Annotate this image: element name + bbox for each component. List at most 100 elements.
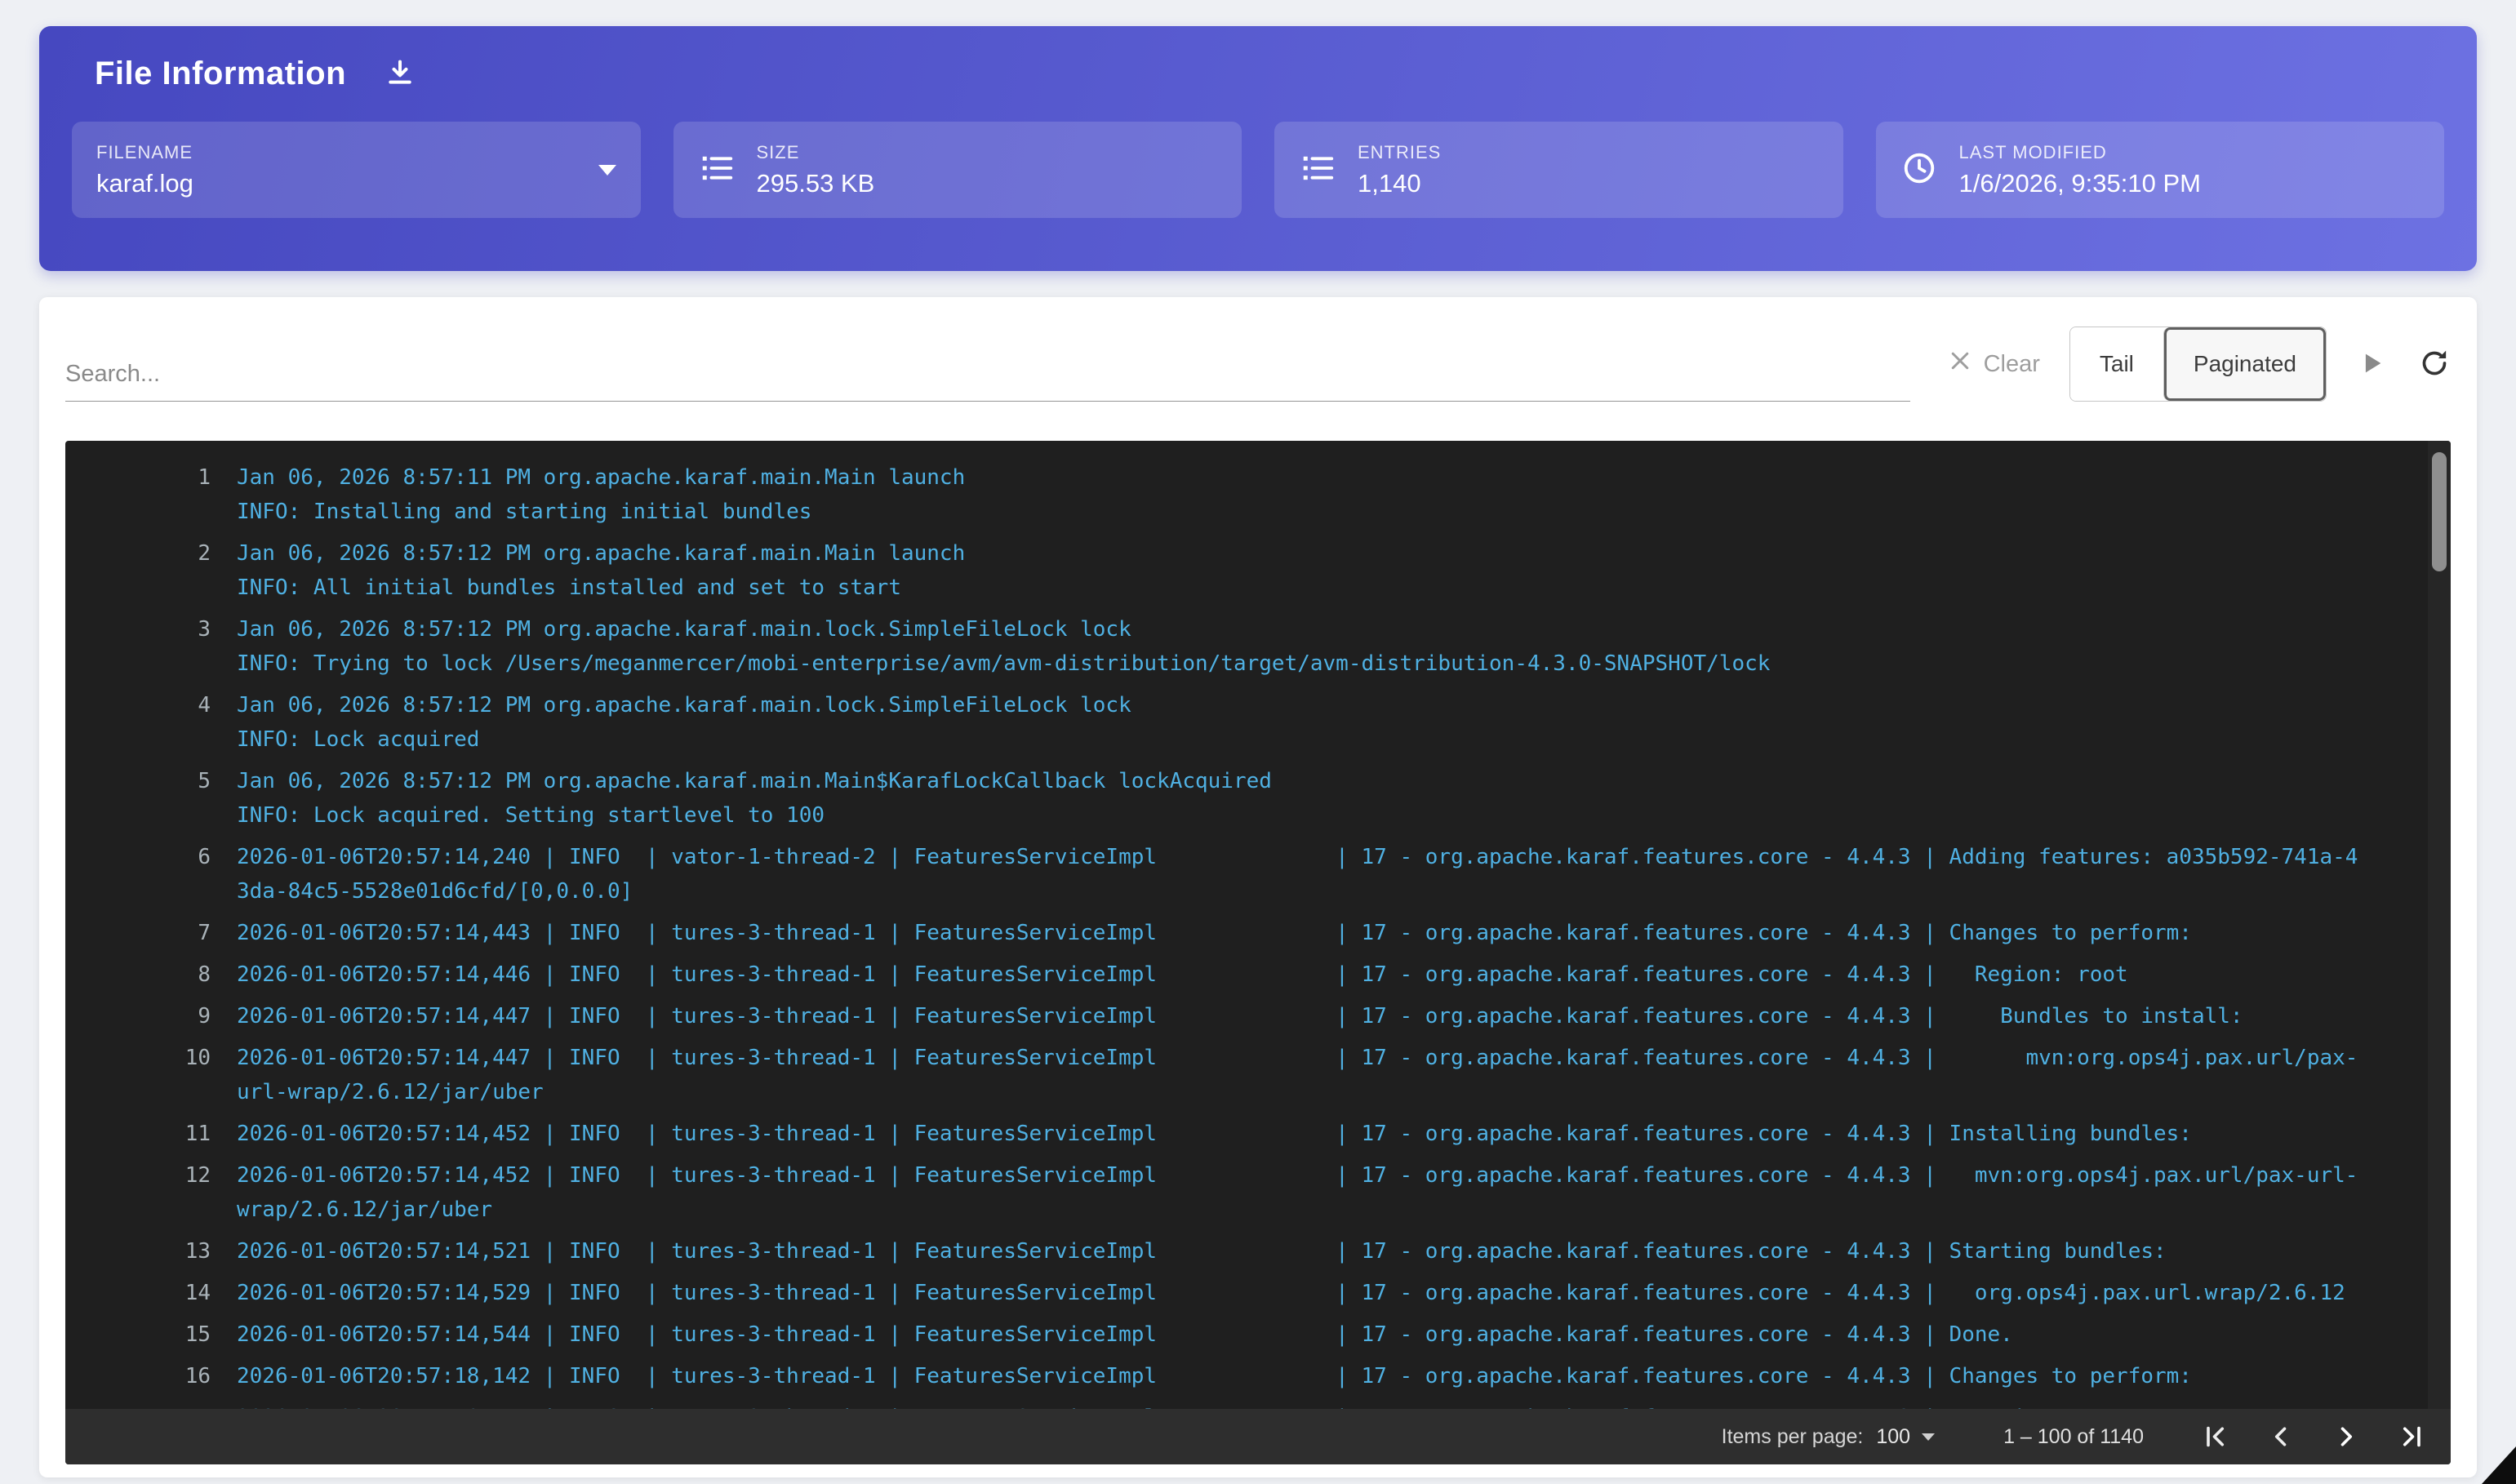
- line-number: 9: [65, 999, 211, 1033]
- line-number: 7: [65, 916, 211, 950]
- page-title: File Information: [95, 56, 346, 92]
- entries-value: 1,140: [1358, 169, 1441, 198]
- items-per-page-value: 100: [1876, 1425, 1910, 1449]
- log-entry: 12 2026-01-06T20:57:14,452 | INFO | ture…: [65, 1158, 2426, 1227]
- clear-label: Clear: [1984, 351, 2040, 378]
- line-text: Jan 06, 2026 8:57:12 PM org.apache.karaf…: [237, 688, 1131, 757]
- line-number: 10: [65, 1041, 211, 1109]
- log-entry: 13 2026-01-06T20:57:14,521 | INFO | ture…: [65, 1234, 2426, 1269]
- line-number: 4: [65, 688, 211, 757]
- next-page-icon: [2332, 1422, 2361, 1451]
- line-number: 12: [65, 1158, 211, 1227]
- log-entry: 4 Jan 06, 2026 8:57:12 PM org.apache.kar…: [65, 688, 2426, 757]
- line-text: 2026-01-06T20:57:14,452 | INFO | tures-3…: [237, 1117, 2192, 1151]
- play-button[interactable]: [2358, 349, 2385, 380]
- scrollbar-thumb[interactable]: [2432, 452, 2447, 571]
- close-icon: [1948, 349, 1972, 380]
- line-text: 2026-01-06T20:57:14,452 | INFO | tures-3…: [237, 1158, 2363, 1227]
- line-text: Jan 06, 2026 8:57:12 PM org.apache.karaf…: [237, 536, 965, 605]
- paginated-toggle[interactable]: Paginated: [2163, 327, 2326, 401]
- log-lines: 1 Jan 06, 2026 8:57:11 PM org.apache.kar…: [65, 441, 2426, 1409]
- log-entry: 14 2026-01-06T20:57:14,529 | INFO | ture…: [65, 1276, 2426, 1310]
- line-number: 6: [65, 840, 211, 909]
- line-text: 2026-01-06T20:57:14,521 | INFO | tures-3…: [237, 1234, 2167, 1269]
- paginator: Items per page: 100 1 – 100 of 1140: [65, 1409, 2451, 1464]
- line-text: Jan 06, 2026 8:57:11 PM org.apache.karaf…: [237, 460, 965, 529]
- last-modified-card: LAST MODIFIED 1/6/2026, 9:35:10 PM: [1876, 122, 2445, 218]
- line-number: 5: [65, 764, 211, 833]
- line-number: 8: [65, 957, 211, 992]
- search-input[interactable]: [65, 361, 1910, 388]
- line-number: 14: [65, 1276, 211, 1310]
- log-viewer-page: File Information FILENAME karaf.log: [0, 26, 2516, 1477]
- first-page-icon: [2201, 1422, 2230, 1451]
- line-text: 2026-01-06T20:57:14,447 | INFO | tures-3…: [237, 999, 2243, 1033]
- line-number: 1: [65, 460, 211, 529]
- line-text: 2026-01-06T20:57:14,544 | INFO | tures-3…: [237, 1317, 2013, 1352]
- items-per-page-label: Items per page:: [1722, 1425, 1864, 1449]
- clock-icon: [1900, 149, 1938, 191]
- log-entry: 2 Jan 06, 2026 8:57:12 PM org.apache.kar…: [65, 536, 2426, 605]
- log-entry: 9 2026-01-06T20:57:14,447 | INFO | tures…: [65, 999, 2426, 1033]
- previous-page-button[interactable]: [2266, 1422, 2296, 1451]
- log-entry: 6 2026-01-06T20:57:14,240 | INFO | vator…: [65, 840, 2426, 909]
- line-text: Jan 06, 2026 8:57:12 PM org.apache.karaf…: [237, 612, 1770, 681]
- chevron-down-icon: [1922, 1433, 1935, 1441]
- play-icon: [2358, 349, 2385, 380]
- line-text: 2026-01-06T20:57:14,529 | INFO | tures-3…: [237, 1276, 2345, 1310]
- line-number: 3: [65, 612, 211, 681]
- page-range-label: 1 – 100 of 1140: [2003, 1425, 2144, 1449]
- line-number: 11: [65, 1117, 211, 1151]
- log-entry: 7 2026-01-06T20:57:14,443 | INFO | tures…: [65, 916, 2426, 950]
- line-text: 2026-01-06T20:57:14,446 | INFO | tures-3…: [237, 957, 2128, 992]
- log-entry: 10 2026-01-06T20:57:14,447 | INFO | ture…: [65, 1041, 2426, 1109]
- log-viewer: 1 Jan 06, 2026 8:57:11 PM org.apache.kar…: [65, 441, 2451, 1464]
- search-field: [65, 361, 1910, 402]
- line-number: 15: [65, 1317, 211, 1352]
- filename-label: FILENAME: [96, 142, 193, 163]
- chevron-down-icon: [598, 165, 616, 176]
- line-text: 2026-01-06T20:57:18,142 | INFO | tures-3…: [237, 1359, 2192, 1393]
- items-per-page-select[interactable]: 100: [1876, 1425, 1935, 1449]
- log-entry: 15 2026-01-06T20:57:14,544 | INFO | ture…: [65, 1317, 2426, 1352]
- first-page-button[interactable]: [2201, 1422, 2230, 1451]
- log-entry: 16 2026-01-06T20:57:18,142 | INFO | ture…: [65, 1359, 2426, 1393]
- line-number: 13: [65, 1234, 211, 1269]
- list-icon: [1299, 149, 1336, 191]
- last-page-button[interactable]: [2397, 1422, 2426, 1451]
- download-button[interactable]: [384, 56, 416, 91]
- scrollbar[interactable]: [2428, 441, 2451, 1409]
- refresh-icon: [2418, 347, 2451, 382]
- log-entry: 17 2026-01-06T20:57:18,144 | INFO | ture…: [65, 1401, 2426, 1409]
- file-information-panel: File Information FILENAME karaf.log: [39, 26, 2477, 271]
- toolbar: Clear Tail Paginated: [65, 327, 2451, 402]
- size-label: SIZE: [757, 142, 875, 163]
- log-entry: 1 Jan 06, 2026 8:57:11 PM org.apache.kar…: [65, 460, 2426, 529]
- list-icon: [698, 149, 736, 191]
- line-number: 2: [65, 536, 211, 605]
- line-text: 2026-01-06T20:57:14,240 | INFO | vator-1…: [237, 840, 2363, 909]
- line-number: 16: [65, 1359, 211, 1393]
- view-mode-toggle: Tail Paginated: [2069, 327, 2327, 402]
- entries-label: ENTRIES: [1358, 142, 1441, 163]
- log-entry: 8 2026-01-06T20:57:14,446 | INFO | tures…: [65, 957, 2426, 992]
- entries-card: ENTRIES 1,140: [1274, 122, 1843, 218]
- line-number: 17: [65, 1401, 211, 1409]
- refresh-button[interactable]: [2418, 347, 2451, 382]
- last-page-icon: [2397, 1422, 2426, 1451]
- line-text: 2026-01-06T20:57:14,447 | INFO | tures-3…: [237, 1041, 2363, 1109]
- filename-value: karaf.log: [96, 169, 193, 198]
- next-page-button[interactable]: [2332, 1422, 2361, 1451]
- log-entry: 3 Jan 06, 2026 8:57:12 PM org.apache.kar…: [65, 612, 2426, 681]
- line-text: 2026-01-06T20:57:18,144 | INFO | tures-3…: [237, 1401, 2128, 1409]
- last-modified-value: 1/6/2026, 9:35:10 PM: [1959, 169, 2201, 198]
- log-entry: 11 2026-01-06T20:57:14,452 | INFO | ture…: [65, 1117, 2426, 1151]
- download-icon: [384, 56, 416, 91]
- clear-button[interactable]: Clear: [1948, 349, 2040, 380]
- tail-toggle[interactable]: Tail: [2070, 327, 2163, 401]
- last-modified-label: LAST MODIFIED: [1959, 142, 2201, 163]
- size-card: SIZE 295.53 KB: [673, 122, 1242, 218]
- line-text: Jan 06, 2026 8:57:12 PM org.apache.karaf…: [237, 764, 1272, 833]
- filename-select[interactable]: FILENAME karaf.log: [72, 122, 641, 218]
- previous-page-icon: [2266, 1422, 2296, 1451]
